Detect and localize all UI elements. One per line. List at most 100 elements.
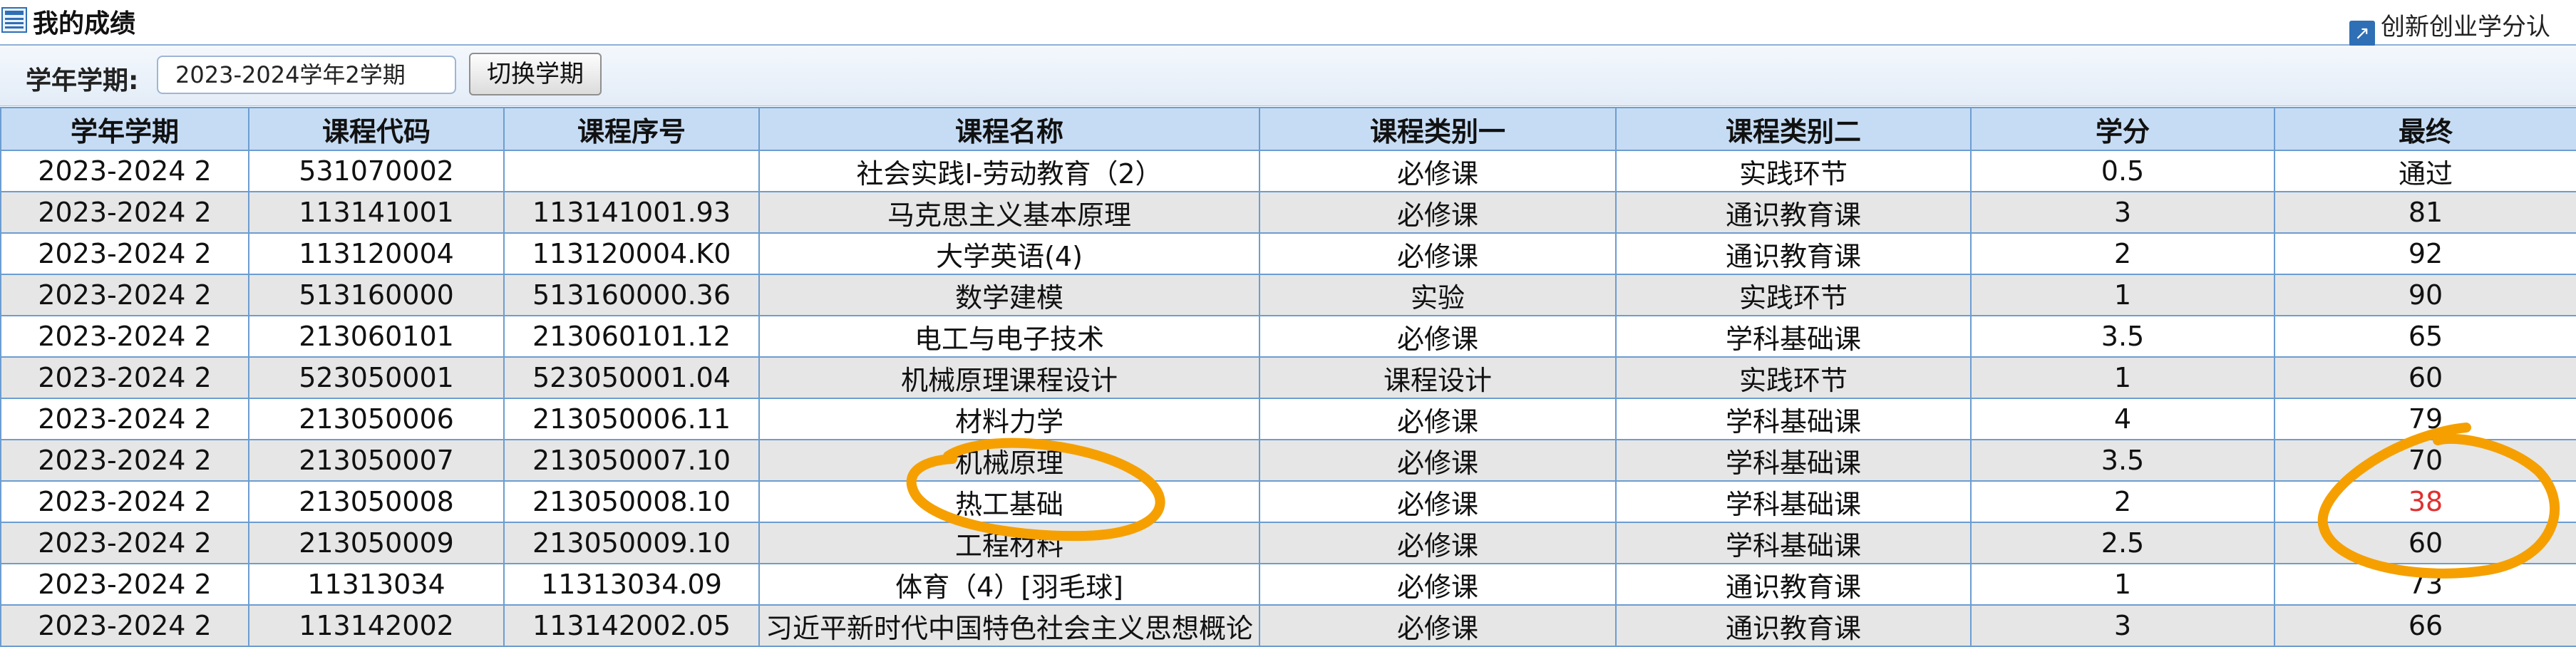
cell-course-name: 工程材料 (758, 522, 1260, 564)
cell-final-score: 60 (2274, 356, 2576, 399)
table-header-row: 学年学期 课程代码 课程序号 课程名称 课程类别一 课程类别二 学分 最终 (0, 107, 2576, 151)
cell-final-score: 81 (2274, 191, 2576, 234)
cell-course-code: 531070002 (248, 150, 505, 192)
table-row[interactable]: 2023-2024 2 213050007 213050007.10 机械原理 必修课学… (0, 439, 2576, 482)
cell-course-code: 113142002 (248, 604, 505, 647)
cell-category-2: 学科基础课 (1615, 522, 1972, 564)
cell-term: 2023-2024 2 (0, 356, 249, 399)
cell-final-score: 90 (2274, 274, 2576, 316)
column-header-course-seq[interactable]: 课程序号 (503, 107, 760, 151)
cell-credit: 2.5 (1970, 522, 2275, 564)
cell-term: 2023-2024 2 (0, 604, 249, 647)
column-header-category-1[interactable]: 课程类别一 (1259, 107, 1617, 151)
innovation-credit-link-label: 创新创业学分认 (2381, 13, 2550, 41)
table-row[interactable]: 2023-2024 2 11313034 11313034.09 体育（4）[羽毛球]… (0, 563, 2576, 606)
cell-category-2: 实践环节 (1615, 274, 1972, 316)
title-bar: 我的成绩 ↗ 创新创业学分认 (0, 0, 2576, 46)
table-row[interactable]: 2023-2024 2 213050009 213050009.10 工程材料 必修课学… (0, 522, 2576, 564)
cell-course-code: 11313034 (248, 563, 505, 606)
cell-final-score: 92 (2274, 232, 2576, 275)
cell-credit: 3.5 (1970, 315, 2275, 358)
cell-course-name: 体育（4）[羽毛球] (758, 563, 1260, 606)
cell-category-1: 必修课 (1259, 398, 1617, 440)
innovation-credit-link[interactable]: ↗ 创新创业学分认 (2349, 7, 2550, 46)
column-header-course-code[interactable]: 课程代码 (248, 107, 505, 151)
table-row[interactable]: 2023-2024 2 213050008 213050008.10 热工基础 必修课学… (0, 480, 2576, 523)
cell-category-1: 必修课 (1259, 522, 1617, 564)
cell-category-1: 必修课 (1259, 563, 1617, 606)
cell-course-seq: 213050009.10 (503, 522, 760, 564)
cell-term: 2023-2024 2 (0, 563, 249, 606)
cell-course-name: 数学建模 (758, 274, 1260, 316)
cell-course-name: 电工与电子技术 (758, 315, 1260, 358)
grid-icon (1, 7, 27, 33)
cell-category-2: 通识教育课 (1615, 232, 1972, 275)
cell-course-seq (503, 150, 760, 192)
cell-category-2: 通识教育课 (1615, 563, 1972, 606)
external-link-icon: ↗ (2349, 21, 2375, 46)
cell-course-code: 213050007 (248, 439, 505, 482)
cell-category-1: 必修课 (1259, 150, 1617, 192)
cell-category-1: 实验 (1259, 274, 1617, 316)
table-row[interactable]: 2023-2024 2 213050006 213050006.11 材料力学 必修课学… (0, 398, 2576, 440)
grades-table: 学年学期 课程代码 课程序号 课程名称 课程类别一 课程类别二 学分 最终 20… (0, 107, 2576, 647)
cell-term: 2023-2024 2 (0, 398, 249, 440)
table-row[interactable]: 2023-2024 2 213060101 213060101.12 电工与电子技术必… (0, 315, 2576, 358)
cell-course-code: 213050009 (248, 522, 505, 564)
cell-term: 2023-2024 2 (0, 150, 249, 192)
column-header-category-2[interactable]: 课程类别二 (1615, 107, 1972, 151)
cell-category-1: 必修课 (1259, 604, 1617, 647)
cell-course-seq: 523050001.04 (503, 356, 760, 399)
page-title: 我的成绩 (33, 9, 136, 38)
cell-credit: 2 (1970, 480, 2275, 523)
cell-category-2: 学科基础课 (1615, 439, 1972, 482)
cell-category-1: 必修课 (1259, 480, 1617, 523)
cell-course-code: 213060101 (248, 315, 505, 358)
cell-term: 2023-2024 2 (0, 522, 249, 564)
cell-final-score: 通过 (2274, 150, 2576, 192)
cell-course-name: 社会实践Ⅰ-劳动教育（2） (758, 150, 1260, 192)
term-label: 学年学期: (26, 66, 139, 95)
cell-category-2: 学科基础课 (1615, 315, 1972, 358)
cell-credit: 1 (1970, 274, 2275, 316)
table-row[interactable]: 2023-2024 2 531070002 社会实践Ⅰ-劳动教育（2） 必修课 实践环节… (0, 150, 2576, 192)
table-row[interactable]: 2023-2024 2 113141001 113141001.93 马克思主义基本原… (0, 191, 2576, 234)
cell-term: 2023-2024 2 (0, 274, 249, 316)
table-row[interactable]: 2023-2024 2 113120004 113120004.K0 大学英语(4) 必… (0, 232, 2576, 275)
table-row[interactable]: 2023-2024 2 523050001 523050001.04 机械原理课程设计… (0, 356, 2576, 399)
cell-credit: 4 (1970, 398, 2275, 440)
column-header-term[interactable]: 学年学期 (0, 107, 249, 151)
cell-course-seq: 213050007.10 (503, 439, 760, 482)
cell-category-2: 实践环节 (1615, 150, 1972, 192)
cell-final-score: 65 (2274, 315, 2576, 358)
cell-final-score: 60 (2274, 522, 2576, 564)
cell-course-name: 机械原理 (758, 439, 1260, 482)
table-row[interactable]: 2023-2024 2 113142002 113142002.05 习近平新时代中国… (0, 604, 2576, 647)
cell-category-1: 必修课 (1259, 232, 1617, 275)
cell-course-name: 机械原理课程设计 (758, 356, 1260, 399)
table-row[interactable]: 2023-2024 2 513160000 513160000.36 数学建模 实验 实践… (0, 274, 2576, 316)
cell-credit: 1 (1970, 563, 2275, 606)
cell-course-code: 113141001 (248, 191, 505, 234)
cell-course-name: 大学英语(4) (758, 232, 1260, 275)
cell-final-score: 73 (2274, 563, 2576, 606)
cell-final-score: 79 (2274, 398, 2576, 440)
cell-course-name: 习近平新时代中国特色社会主义思想概论 (758, 604, 1260, 647)
cell-course-name: 马克思主义基本原理 (758, 191, 1260, 234)
column-header-course-name[interactable]: 课程名称 (758, 107, 1260, 151)
cell-course-seq: 11313034.09 (503, 563, 760, 606)
column-header-credit[interactable]: 学分 (1970, 107, 2275, 151)
cell-term: 2023-2024 2 (0, 232, 249, 275)
cell-final-score: 66 (2274, 604, 2576, 647)
cell-course-code: 213050008 (248, 480, 505, 523)
cell-credit: 2 (1970, 232, 2275, 275)
cell-category-2: 学科基础课 (1615, 398, 1972, 440)
cell-course-seq: 213050006.11 (503, 398, 760, 440)
term-filter-bar: 学年学期: 2023-2024学年2学期 切换学期 (0, 46, 2576, 106)
cell-category-1: 必修课 (1259, 439, 1617, 482)
term-input[interactable]: 2023-2024学年2学期 (157, 56, 456, 94)
column-header-final[interactable]: 最终 (2274, 107, 2576, 151)
cell-term: 2023-2024 2 (0, 439, 249, 482)
cell-credit: 3 (1970, 604, 2275, 647)
switch-term-button[interactable]: 切换学期 (469, 53, 602, 95)
